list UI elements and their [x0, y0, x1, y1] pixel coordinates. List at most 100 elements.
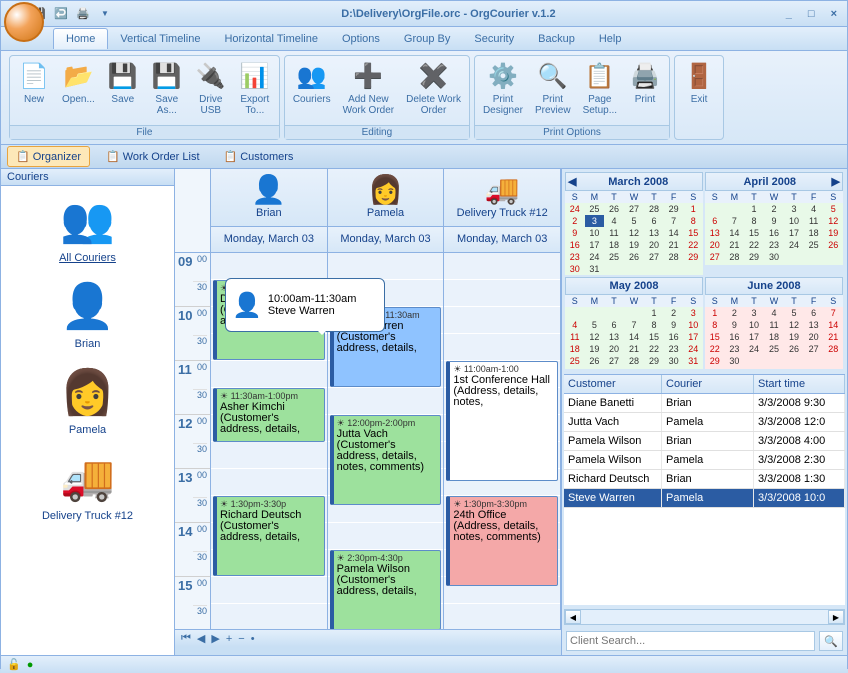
calendar-day[interactable]: 5	[823, 203, 843, 215]
calendar-day[interactable]: 28	[823, 343, 843, 355]
calendar-day[interactable]: 29	[705, 355, 725, 367]
calendar-day[interactable]: 3	[683, 307, 703, 319]
calendar-day[interactable]: 30	[764, 251, 785, 263]
calendar-day[interactable]	[744, 263, 764, 265]
calendar-day[interactable]: 27	[705, 251, 725, 263]
nav-more-icon[interactable]: •	[251, 633, 255, 645]
appointment[interactable]: ☀ 12:00pm-2:00pmJutta Vach (Customer's a…	[330, 415, 442, 505]
calendar-day[interactable]	[644, 263, 664, 275]
customer-grid[interactable]: CustomerCourierStart time Diane BanettiB…	[564, 374, 845, 605]
calendar-day[interactable]: 14	[725, 227, 745, 239]
calendar-day[interactable]: 3	[784, 203, 804, 215]
ribbon-print-button[interactable]: 🖨️Print	[623, 58, 667, 123]
calendar-day[interactable]: 21	[823, 331, 843, 343]
calendar-day[interactable]: 15	[644, 331, 664, 343]
calendar-day[interactable]	[683, 367, 703, 369]
menu-tab-security[interactable]: Security	[462, 29, 526, 49]
appointment[interactable]: ☀ 11:00am-1:001st Conference Hall (Addre…	[446, 361, 558, 481]
calendar-day[interactable]	[823, 263, 843, 265]
calendar-day[interactable]: 9	[725, 319, 745, 331]
calendar-day[interactable]: 27	[604, 355, 624, 367]
calendar-day[interactable]: 31	[683, 355, 703, 367]
appointment[interactable]: ☀ 11:30am-1:00pmAsher Kimchi (Customer's…	[213, 388, 325, 442]
calendar-day[interactable]: 12	[624, 227, 645, 239]
calendar-day[interactable]: 23	[565, 251, 585, 263]
calendar-day[interactable]: 24	[683, 343, 703, 355]
calendar-day[interactable]: 16	[764, 227, 785, 239]
calendar-day[interactable]: 22	[644, 343, 664, 355]
calendar-day[interactable]: 3	[744, 307, 764, 319]
calendar-day[interactable]: 25	[804, 239, 824, 251]
calendar-day[interactable]: 16	[664, 331, 684, 343]
calendar-day[interactable]: 14	[823, 319, 843, 331]
calendar-day[interactable]	[644, 367, 664, 369]
ribbon-open-button[interactable]: 📂Open...	[56, 58, 101, 123]
calendar-day[interactable]: 19	[585, 343, 605, 355]
nav-next-icon[interactable]: ▶	[211, 632, 219, 645]
maximize-button[interactable]: □	[804, 6, 819, 22]
calendar-day[interactable]	[804, 367, 824, 369]
calendar-day[interactable]	[804, 251, 824, 263]
scroll-right-icon[interactable]: ▶	[828, 610, 844, 624]
schedule-column-delivery-truck-12[interactable]: 🚚Delivery Truck #12Monday, March 03☀ 11:…	[444, 169, 561, 629]
calendar-day[interactable]: 30	[725, 355, 745, 367]
search-input[interactable]	[566, 631, 815, 651]
calendar-day[interactable]	[604, 367, 624, 369]
calendar-day[interactable]: 29	[744, 251, 764, 263]
calendar-day[interactable]: 4	[565, 319, 585, 331]
calendar-day[interactable]	[604, 263, 624, 275]
calendar-day[interactable]: 7	[624, 319, 645, 331]
calendar-day[interactable]: 23	[725, 343, 745, 355]
calendar-day[interactable]: 5	[624, 215, 645, 227]
calendar-day[interactable]: 22	[744, 239, 764, 251]
grid-header-courier[interactable]: Courier	[662, 375, 754, 393]
calendar-day[interactable]	[725, 263, 745, 265]
calendar-day[interactable]: 12	[784, 319, 804, 331]
calendar-day[interactable]: 6	[604, 319, 624, 331]
calendar-day[interactable]: 12	[823, 215, 843, 227]
calendar-day[interactable]: 21	[725, 239, 745, 251]
grid-row[interactable]: Diane BanettiBrian3/3/2008 9:30	[564, 394, 845, 413]
calendar-day[interactable]: 16	[725, 331, 745, 343]
calendar-day[interactable]: 6	[705, 215, 725, 227]
calendar-day[interactable]	[784, 367, 804, 369]
calendar-day[interactable]	[664, 263, 684, 275]
courier-all[interactable]: 👥All Couriers	[5, 190, 170, 264]
calendar-day[interactable]	[624, 307, 645, 319]
calendar-day[interactable]: 29	[683, 251, 703, 263]
calendar-day[interactable]	[744, 367, 764, 369]
grid-row[interactable]: Richard DeutschBrian3/3/2008 1:30	[564, 470, 845, 489]
cal-next-icon[interactable]: ▶	[832, 175, 840, 188]
ribbon-new-button[interactable]: 📄New	[12, 58, 56, 123]
qat-dropdown-icon[interactable]: ▼	[95, 4, 115, 24]
appointment[interactable]: ☀ 1:30pm-3:30pRichard Deutsch (Customer'…	[213, 496, 325, 576]
calendar-day[interactable]	[705, 203, 725, 215]
grid-row[interactable]: Steve WarrenPamela3/3/2008 10:0	[564, 489, 845, 508]
calendar-day[interactable]: 25	[604, 251, 624, 263]
appointment[interactable]: ☀ 2:30pm-4:30pPamela Wilson (Customer's …	[330, 550, 442, 629]
calendar-day[interactable]: 15	[705, 331, 725, 343]
calendar-day[interactable]: 5	[585, 319, 605, 331]
schedule-column-pamela[interactable]: 👩PamelaMonday, March 03☀ 10:00am-11:30am…	[328, 169, 445, 629]
calendar-day[interactable]: 9	[764, 215, 785, 227]
calendar-day[interactable]: 18	[764, 331, 785, 343]
calendar-day[interactable]	[604, 307, 624, 319]
search-button[interactable]: 🔍	[819, 631, 843, 651]
calendar-day[interactable]: 4	[804, 203, 824, 215]
calendar-day[interactable]: 8	[644, 319, 664, 331]
ribbon-pagesetup-button[interactable]: 📋PageSetup...	[577, 58, 623, 123]
calendar-day[interactable]: 18	[804, 227, 824, 239]
calendar-day[interactable]: 10	[784, 215, 804, 227]
qat-undo-icon[interactable]: ↩️	[51, 4, 71, 24]
calendar-day[interactable]: 20	[804, 331, 824, 343]
calendar-day[interactable]: 1	[644, 307, 664, 319]
calendar-day[interactable]: 13	[804, 319, 824, 331]
calendar-day[interactable]: 13	[705, 227, 725, 239]
calendar-day[interactable]: 15	[744, 227, 764, 239]
calendar-day[interactable]: 29	[644, 355, 664, 367]
calendar-day[interactable]	[823, 355, 843, 367]
calendar-day[interactable]: 3	[585, 215, 605, 227]
time-slots[interactable]: ☀ 11:00am-1:001st Conference Hall (Addre…	[444, 253, 560, 629]
calendar-day[interactable]: 8	[683, 215, 703, 227]
lock-icon[interactable]: 🔓	[7, 658, 21, 671]
